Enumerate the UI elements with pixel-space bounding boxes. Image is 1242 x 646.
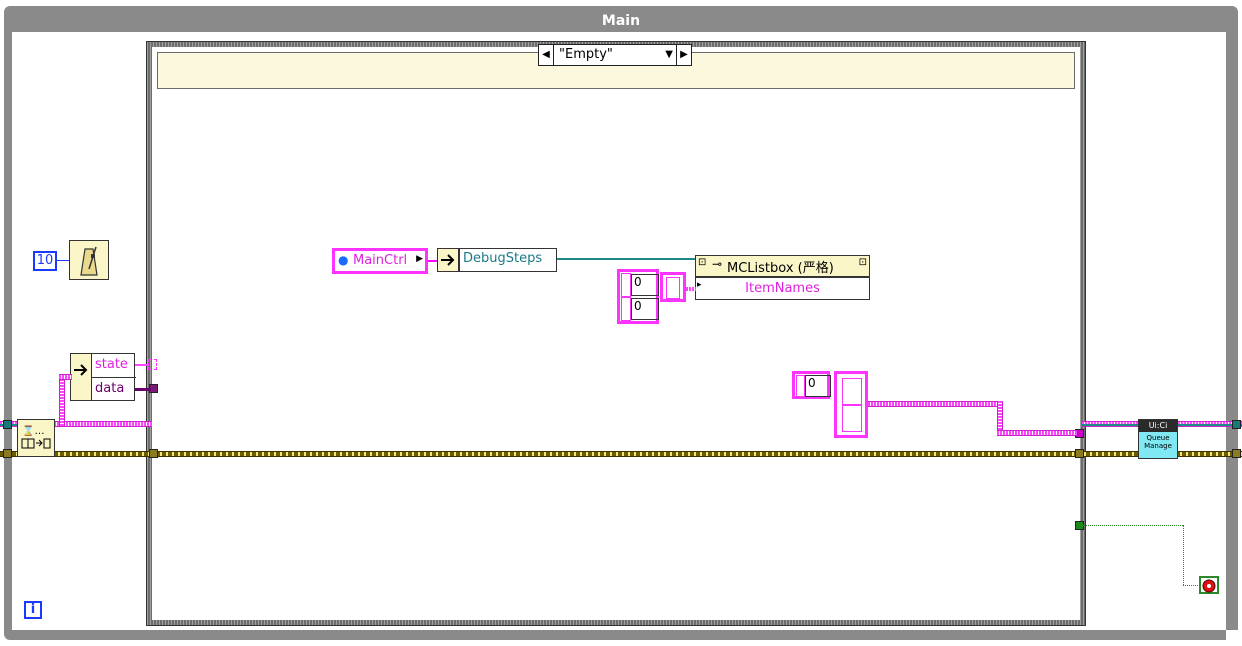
cluster-wire-up[interactable] [59, 374, 65, 426]
array-index-value-3[interactable]: 0 [805, 375, 831, 397]
left-shift-register-ref[interactable] [3, 420, 12, 429]
case-prev-arrow-icon[interactable]: ◀ [539, 45, 554, 65]
listbox-class-label: MCListbox (严格) [727, 261, 834, 276]
property-node-listbox-header[interactable]: ⊡ ⊸ MCListbox (严格) ⊡ [695, 255, 870, 277]
unbundle-node[interactable] [70, 353, 92, 401]
array-wire-a[interactable] [868, 401, 1001, 407]
metronome-icon [80, 246, 98, 276]
ref-icon: ⊡ [698, 257, 707, 268]
stop-wire-b[interactable] [1183, 525, 1184, 585]
array-element-cell-2b [842, 404, 862, 432]
unbundle-field-state[interactable]: state [95, 357, 128, 372]
svg-text:⌛…: ⌛… [22, 424, 44, 437]
array-element-empty-2[interactable] [834, 371, 868, 438]
array-index-stepper-2[interactable] [621, 297, 631, 321]
case-dropdown-icon[interactable]: ▼ [665, 46, 673, 64]
error-wire[interactable] [0, 451, 1242, 457]
array-index-stepper-3[interactable] [796, 375, 805, 397]
unbundle-field-data[interactable]: data [95, 381, 124, 396]
key-icon: ⊸ [712, 257, 723, 271]
ref-arrow-icon: ▶ [416, 254, 423, 264]
stop-wire-a[interactable] [1083, 525, 1183, 526]
mainctrl-label: MainCtrl [353, 253, 408, 268]
dequeue-subvi[interactable]: ⌛… [17, 419, 55, 457]
queue-manage-header: Ui:Ci [1139, 420, 1177, 432]
globe-icon: ● [338, 253, 349, 267]
cluster-wire-to-unbundle[interactable] [59, 374, 72, 380]
case-tunnel-error-in[interactable] [149, 449, 158, 458]
mainctrl-reference[interactable]: ● MainCtrl ▶ [332, 248, 428, 274]
window-title: Main [601, 13, 641, 29]
wait-ms-function[interactable] [69, 240, 109, 280]
array-constant-2d[interactable]: 0 0 [617, 269, 659, 324]
property-arrow-icon: ▸ [697, 280, 702, 290]
data-wire[interactable] [135, 388, 151, 391]
property-debugsteps[interactable]: DebugSteps [459, 248, 557, 272]
stop-wire-c[interactable] [1183, 585, 1200, 586]
ref-out-icon: ⊡ [858, 257, 867, 268]
property-node-debugsteps-handle[interactable] [437, 248, 459, 272]
array-element-empty[interactable] [660, 272, 686, 302]
left-tunnel-error[interactable] [3, 449, 12, 458]
array-index-value-2[interactable]: 0 [631, 298, 659, 320]
array-element-cell-2a [842, 378, 862, 406]
array-element-cell [666, 277, 680, 299]
arrow-right-icon [441, 254, 455, 266]
case-next-arrow-icon[interactable]: ▶ [676, 45, 691, 65]
property-itemnames[interactable]: ItemNames [695, 277, 870, 300]
arrow-right-icon [74, 364, 88, 376]
case-tunnel-error-out[interactable] [1075, 449, 1084, 458]
wait-wire[interactable] [57, 260, 69, 261]
queue-manage-label: Queue Manage [1144, 434, 1172, 450]
stop-icon [1202, 579, 1216, 593]
right-shift-register-ref[interactable] [1232, 420, 1241, 429]
array-wire-c[interactable] [997, 430, 1077, 436]
field-divider [92, 377, 136, 378]
loop-resize-corner[interactable] [1226, 630, 1238, 640]
loop-stop-terminal[interactable] [1199, 576, 1219, 594]
right-tunnel-error[interactable] [1232, 449, 1241, 458]
unbundle-fields[interactable]: state data [91, 353, 136, 401]
loop-iteration-terminal[interactable]: i [24, 601, 42, 619]
case-selector-label: "Empty" [559, 47, 613, 62]
wait-ms-constant[interactable]: 10 [33, 251, 57, 271]
case-selector-terminal[interactable] [148, 359, 157, 370]
array-index-stepper-1[interactable] [621, 273, 631, 297]
state-wire[interactable] [135, 364, 149, 366]
case-selector[interactable]: ◀ "Empty" ▼ ▶ [538, 44, 692, 66]
case-structure-frame[interactable] [146, 41, 1086, 626]
array-index-value-1[interactable]: 0 [631, 274, 659, 296]
itemnames-wire[interactable] [686, 287, 696, 291]
ref-wire-debugsteps[interactable] [557, 258, 697, 260]
queue-icon: ⌛… [21, 424, 51, 449]
queue-manage-subvi[interactable]: Ui:Ci Queue Manage [1138, 419, 1178, 459]
array-constant-1d[interactable]: 0 [792, 371, 831, 399]
